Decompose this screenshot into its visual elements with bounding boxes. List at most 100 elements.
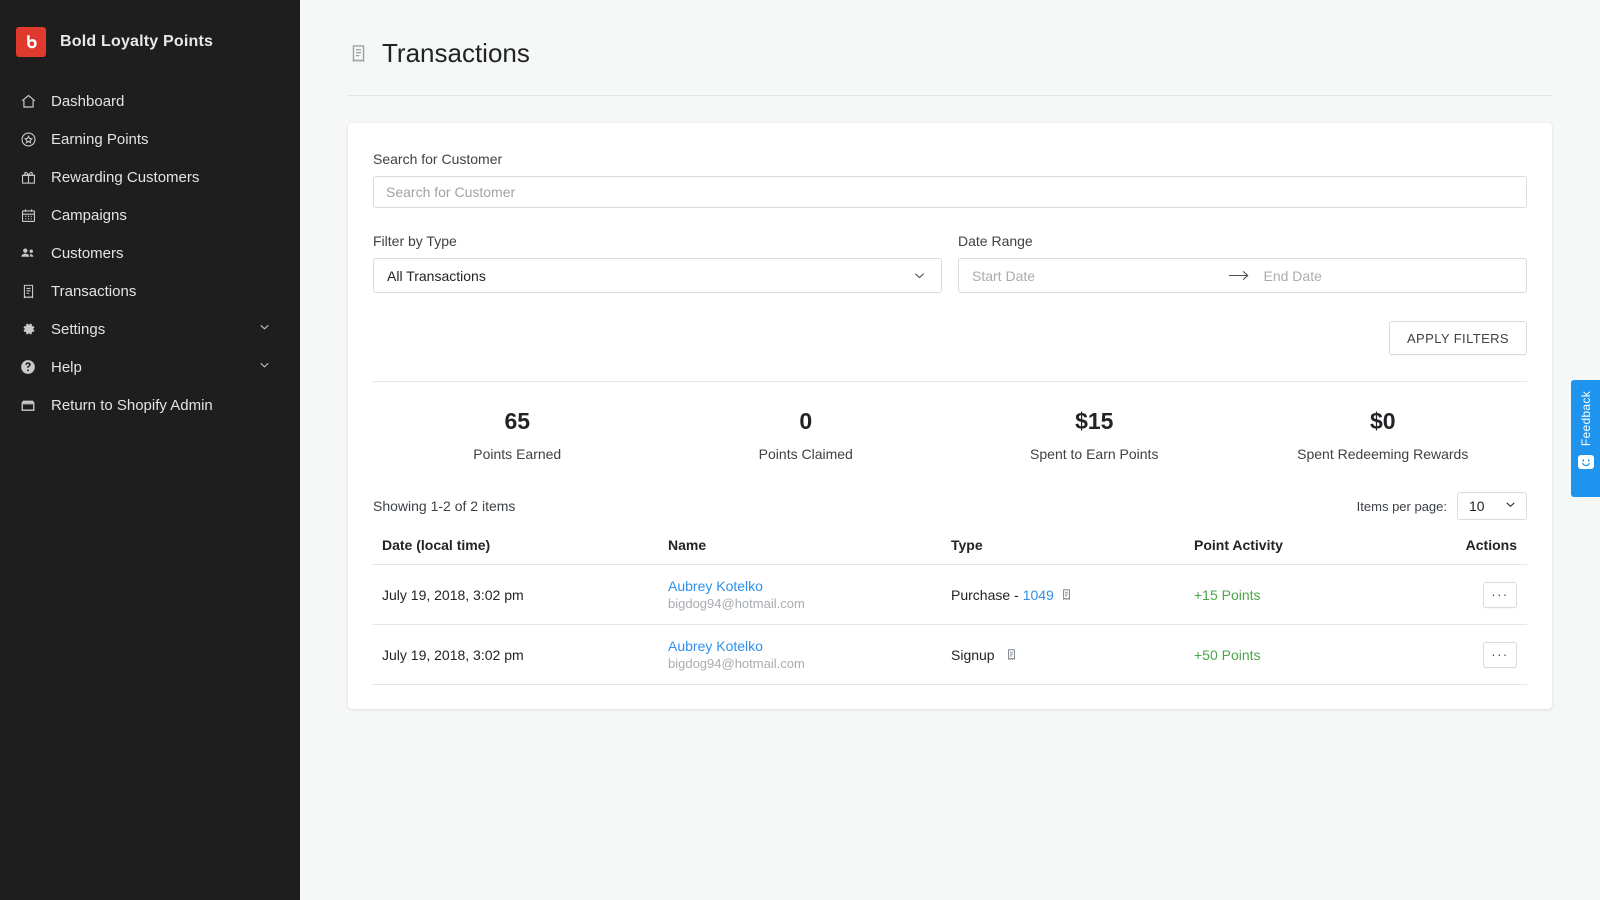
sidebar-item-return-to-shopify-admin[interactable]: Return to Shopify Admin <box>0 386 300 424</box>
row-actions-button[interactable]: ··· <box>1483 581 1517 608</box>
brand-name: Bold Loyalty Points <box>60 33 214 50</box>
page-title: Transactions <box>382 38 530 68</box>
storefront-icon <box>17 394 39 416</box>
receipt-icon <box>348 43 369 64</box>
type-filter-group: Filter by Type All Transactions <box>373 233 942 293</box>
search-field-group: Search for Customer Search for Customer <box>373 151 1527 208</box>
sidebar-item-dashboard[interactable]: Dashboard <box>0 82 300 120</box>
note-icon[interactable] <box>1005 648 1018 661</box>
sidebar-item-label: Rewarding Customers <box>51 168 200 186</box>
stat-value: $15 <box>1075 408 1114 434</box>
type-label: Purchase - <box>951 586 1019 603</box>
date-range-picker[interactable]: Start Date End Date <box>958 258 1527 293</box>
date-range-group: Date Range Start Date End Date <box>958 233 1527 293</box>
search-input-placeholder: Search for Customer <box>386 184 516 200</box>
table-body: July 19, 2018, 3:02 pm Aubrey Kotelko bi… <box>373 564 1527 685</box>
receipt-icon <box>17 280 39 302</box>
showing-count: Showing 1-2 of 2 items <box>373 498 516 514</box>
cell-point-activity: +15 Points <box>1194 565 1444 625</box>
table-row: July 19, 2018, 3:02 pm Aubrey Kotelko bi… <box>373 624 1527 685</box>
sidebar-item-rewarding-customers[interactable]: Rewarding Customers <box>0 158 300 196</box>
type-filter-value: All Transactions <box>387 267 486 284</box>
cell-point-activity: +50 Points <box>1194 625 1444 685</box>
chevron-down-icon <box>1503 497 1518 515</box>
transactions-card: Search for Customer Search for Customer … <box>348 123 1552 709</box>
sidebar-item-earning-points[interactable]: Earning Points <box>0 120 300 158</box>
cell-type: Signup <box>951 625 1194 685</box>
stat-value: $0 <box>1369 408 1396 434</box>
items-per-page-label: Items per page: <box>1356 498 1447 514</box>
arrow-right-icon <box>1222 269 1264 282</box>
sidebar-item-campaigns[interactable]: Campaigns <box>0 196 300 234</box>
sidebar-item-settings[interactable]: Settings <box>0 310 300 348</box>
stat-spent-to-earn-points: $15 Spent to Earn Points <box>950 408 1239 462</box>
sidebar-item-label: Return to Shopify Admin <box>51 396 213 414</box>
point-activity-value: +50 Points <box>1194 646 1261 663</box>
items-per-page-value: 10 <box>1469 498 1485 514</box>
feedback-label: Feedback <box>1578 391 1593 447</box>
sidebar-item-label: Customers <box>51 244 124 262</box>
filters-row: Filter by Type All Transactions Date Ran… <box>373 233 1527 293</box>
stat-spent-redeeming-rewards: $0 Spent Redeeming Rewards <box>1239 408 1528 462</box>
apply-filters-row: APPLY FILTERS <box>373 321 1527 355</box>
items-per-page: Items per page: 10 <box>1357 492 1527 520</box>
sidebar-item-label: Transactions <box>51 282 137 300</box>
chevron-down-icon <box>257 358 272 377</box>
sidebar-item-transactions[interactable]: Transactions <box>0 272 300 310</box>
header-divider <box>348 95 1552 96</box>
start-date-input[interactable]: Start Date <box>972 268 1222 284</box>
items-per-page-select[interactable]: 10 <box>1457 492 1527 520</box>
type-filter-select[interactable]: All Transactions <box>373 258 942 293</box>
main-content: Transactions Search for Customer Search … <box>300 0 1600 900</box>
cell-name: Aubrey Kotelko bigdog94@hotmail.com <box>668 565 951 625</box>
brand[interactable]: Bold Loyalty Points <box>0 0 300 66</box>
cell-actions: ··· <box>1444 565 1527 625</box>
calendar-icon <box>17 204 39 226</box>
column-header-actions: Actions <box>1465 537 1517 553</box>
chevron-down-icon <box>257 320 272 339</box>
page-header: Transactions <box>300 0 1600 69</box>
table-header-row: Date (local time) Name Type Point Activi… <box>373 537 1527 565</box>
question-circle-icon <box>17 356 39 378</box>
app-root: Bold Loyalty Points Dashboard Earning Po… <box>0 0 1600 900</box>
customer-email: bigdog94@hotmail.com <box>668 596 805 611</box>
home-icon <box>17 90 39 112</box>
gear-icon <box>17 318 39 340</box>
column-header-type: Type <box>951 537 983 553</box>
transactions-table: Date (local time) Name Type Point Activi… <box>373 537 1527 685</box>
feedback-tab[interactable]: Feedback <box>1571 380 1600 497</box>
chevron-down-icon <box>911 267 928 284</box>
customer-link[interactable]: Aubrey Kotelko <box>668 578 951 594</box>
date-range-label: Date Range <box>958 233 1033 249</box>
brand-logo-icon <box>16 27 46 57</box>
sidebar-item-label: Help <box>51 358 82 376</box>
end-date-input[interactable]: End Date <box>1264 268 1514 284</box>
row-actions-button[interactable]: ··· <box>1483 641 1517 668</box>
apply-filters-button[interactable]: APPLY FILTERS <box>1388 321 1527 355</box>
point-activity-value: +15 Points <box>1194 586 1261 603</box>
sidebar-item-customers[interactable]: Customers <box>0 234 300 272</box>
stat-points-earned: 65 Points Earned <box>373 408 662 462</box>
sidebar-item-help[interactable]: Help <box>0 348 300 386</box>
stat-value: 65 <box>504 408 531 434</box>
search-input[interactable]: Search for Customer <box>373 176 1527 208</box>
cell-type: Purchase - 1049 <box>951 565 1194 625</box>
sidebar-item-label: Settings <box>51 320 106 338</box>
column-header-point-activity: Point Activity <box>1194 537 1283 553</box>
customer-email: bigdog94@hotmail.com <box>668 656 805 671</box>
type-label: Signup <box>951 646 995 663</box>
stat-label: Spent Redeeming Rewards <box>1297 446 1469 462</box>
table-head: Date (local time) Name Type Point Activi… <box>373 537 1527 565</box>
star-circle-icon <box>17 128 39 150</box>
customer-link[interactable]: Aubrey Kotelko <box>668 638 951 654</box>
order-id-link[interactable]: 1049 <box>1023 587 1054 603</box>
stats-summary: 65 Points Earned 0 Points Claimed $15 Sp… <box>373 382 1527 470</box>
cell-date: July 19, 2018, 3:02 pm <box>382 586 524 603</box>
cell-date: July 19, 2018, 3:02 pm <box>382 646 524 663</box>
gift-icon <box>17 166 39 188</box>
stat-label: Spent to Earn Points <box>1030 446 1159 462</box>
sidebar-item-label: Dashboard <box>51 92 125 110</box>
note-icon[interactable] <box>1060 588 1073 601</box>
stat-value: 0 <box>799 408 813 434</box>
smiley-icon <box>1577 455 1594 470</box>
